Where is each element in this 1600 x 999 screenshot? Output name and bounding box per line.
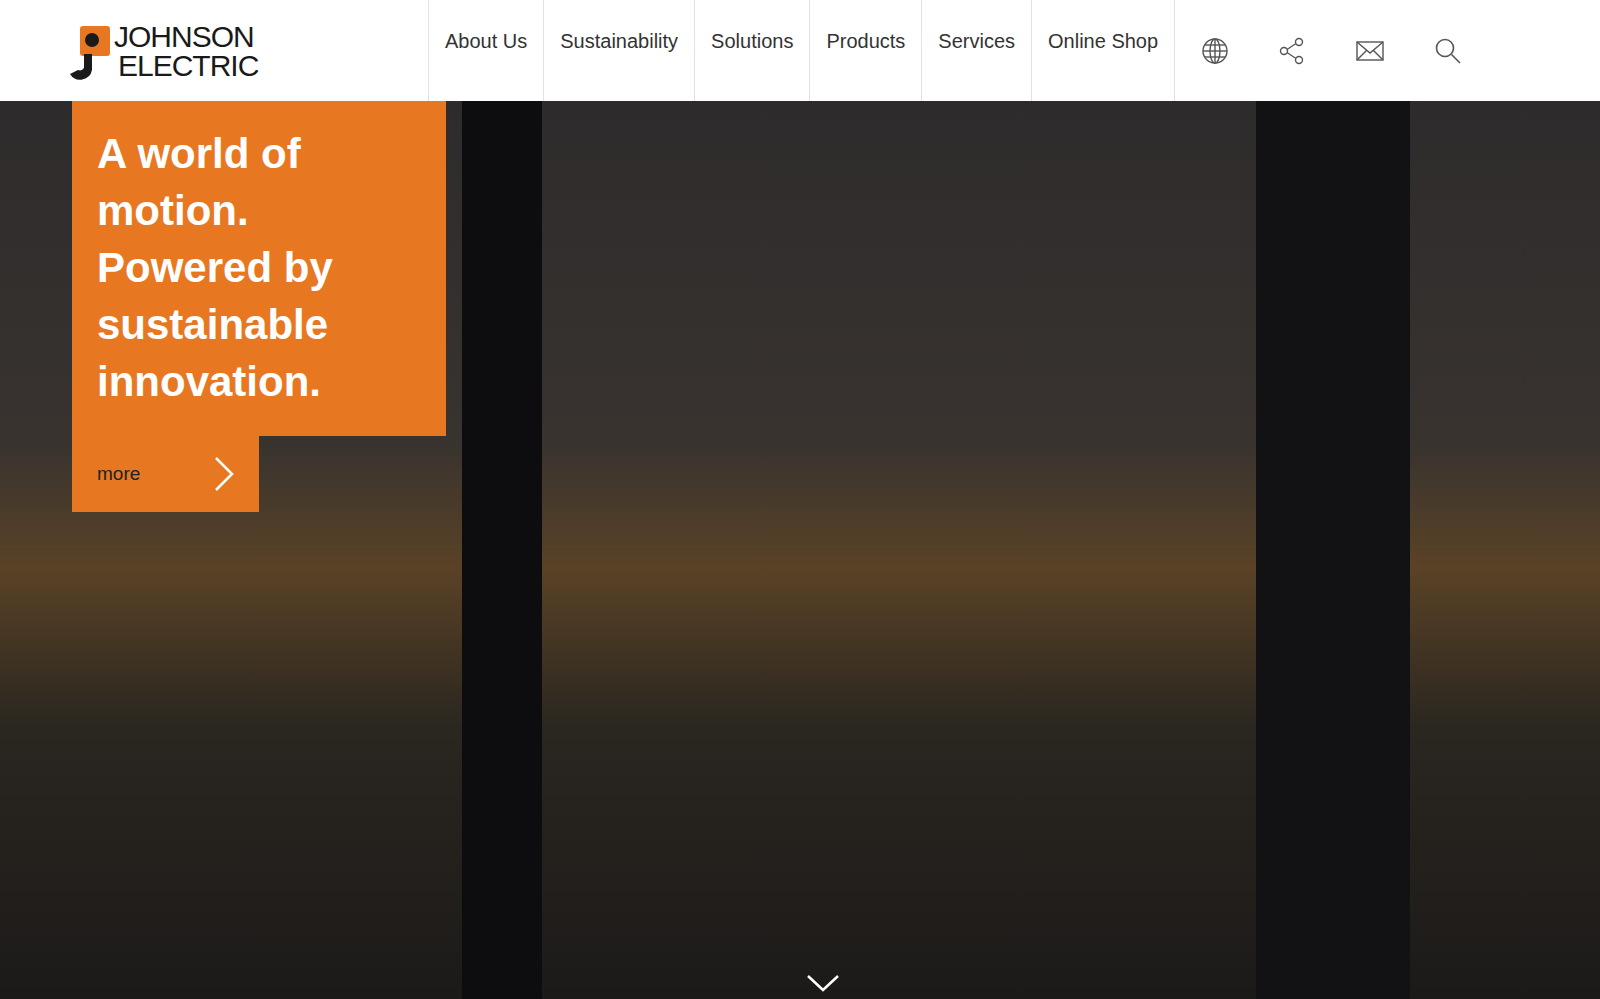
headline-line: Powered by	[97, 239, 426, 296]
mail-icon[interactable]	[1355, 37, 1385, 65]
logo-line: ELECTRIC	[114, 51, 258, 80]
share-icon[interactable]	[1278, 37, 1306, 65]
logo-mark-icon	[70, 24, 112, 84]
main-nav: About UsSustainabilitySolutionsProductsS…	[428, 0, 1175, 101]
hero-teaser: A world ofmotion.Powered bysustainablein…	[72, 101, 446, 512]
logo[interactable]: JOHNSONELECTRIC	[0, 0, 428, 101]
nav-item[interactable]: Online Shop	[1032, 0, 1175, 101]
chevron-right-icon	[213, 456, 235, 492]
headline-line: sustainable	[97, 296, 426, 353]
header-tools	[1175, 0, 1462, 101]
search-icon[interactable]	[1434, 37, 1462, 65]
hero-headline: A world ofmotion.Powered bysustainablein…	[72, 101, 446, 436]
nav-item[interactable]: Products	[810, 0, 922, 101]
more-label: more	[97, 463, 140, 485]
page: JOHNSONELECTRIC About UsSustainabilitySol…	[0, 0, 1600, 999]
logo-line: JOHNSON	[114, 22, 258, 51]
headline-line: innovation.	[97, 353, 426, 410]
headline-line: A world of	[97, 125, 426, 182]
nav-item[interactable]: Solutions	[695, 0, 810, 101]
more-link[interactable]: more	[72, 436, 259, 512]
site-header: JOHNSONELECTRIC About UsSustainabilitySol…	[0, 0, 1600, 101]
headline-line: motion.	[97, 182, 426, 239]
globe-icon[interactable]	[1201, 37, 1229, 65]
nav-item[interactable]: Sustainability	[544, 0, 695, 101]
nav-item[interactable]: About Us	[429, 0, 544, 101]
nav-item[interactable]: Services	[922, 0, 1032, 101]
hero-banner: A world ofmotion.Powered bysustainablein…	[0, 101, 1600, 999]
logo-text: JOHNSONELECTRIC	[114, 22, 258, 80]
chevron-down-icon[interactable]	[806, 973, 840, 993]
